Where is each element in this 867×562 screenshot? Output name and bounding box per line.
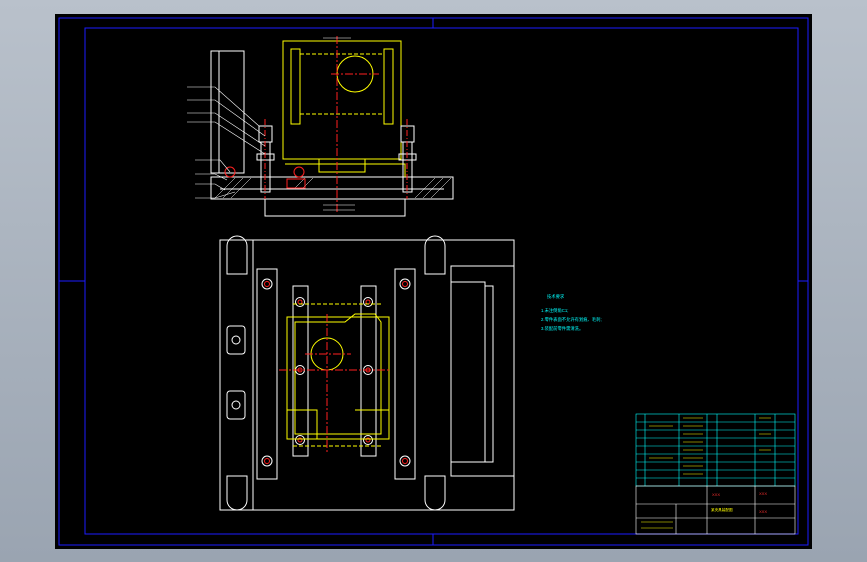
parts-list-text-marks	[641, 417, 771, 529]
right-clamp-bolt	[398, 119, 417, 199]
slot-ear-top-right	[424, 235, 446, 275]
support-plate	[210, 50, 245, 174]
base-key	[264, 198, 406, 217]
workpiece-plan	[286, 316, 390, 440]
red-label-2: XXX	[712, 492, 720, 497]
leader-lines	[187, 86, 266, 199]
drawing-svg: 技术要求 1.未注倒角C1; 2.零件表面不允许有划痕、毛刺; 3.装配前零件需…	[58, 17, 809, 546]
viewport: 技术要求 1.未注倒角C1; 2.零件表面不允许有划痕、毛刺; 3.装配前零件需…	[0, 0, 867, 562]
red-label-1: XXX	[759, 491, 767, 496]
notes-heading: 技术要求	[547, 293, 565, 300]
note-line-2: 2.零件表面不允许有划痕、毛刺;	[541, 316, 602, 323]
technical-notes: 技术要求 1.未注倒角C1; 2.零件表面不允许有划痕、毛刺; 3.装配前零件需…	[541, 293, 602, 332]
clamp-strip-left	[256, 268, 278, 480]
slot-ear-bottom-right	[424, 475, 446, 511]
workpiece-body	[282, 40, 402, 160]
slot-ear-bottom-left	[226, 475, 248, 511]
bolt-heads	[261, 278, 411, 467]
note-line-1: 1.未注倒角C1;	[541, 307, 568, 314]
drawing-canvas[interactable]: 技术要求 1.未注倒角C1; 2.零件表面不允许有划痕、毛刺; 3.装配前零件需…	[55, 14, 812, 549]
top-view	[219, 235, 515, 511]
clamp-strip-right	[394, 268, 416, 480]
drawing-title: 某夹具装配图	[711, 507, 733, 512]
parts-list-grid	[635, 413, 796, 487]
title-block: 某夹具装配图 XXX XXX XXX	[635, 413, 796, 535]
section-hatch	[214, 177, 452, 199]
front-view	[187, 36, 454, 217]
note-line-3: 3.装配前零件需清洗。	[541, 325, 583, 332]
base-plate	[210, 176, 454, 200]
slot-ear-top-left	[226, 235, 248, 275]
left-clamp-bolt	[256, 119, 275, 199]
red-label-3: XXX	[759, 509, 767, 514]
